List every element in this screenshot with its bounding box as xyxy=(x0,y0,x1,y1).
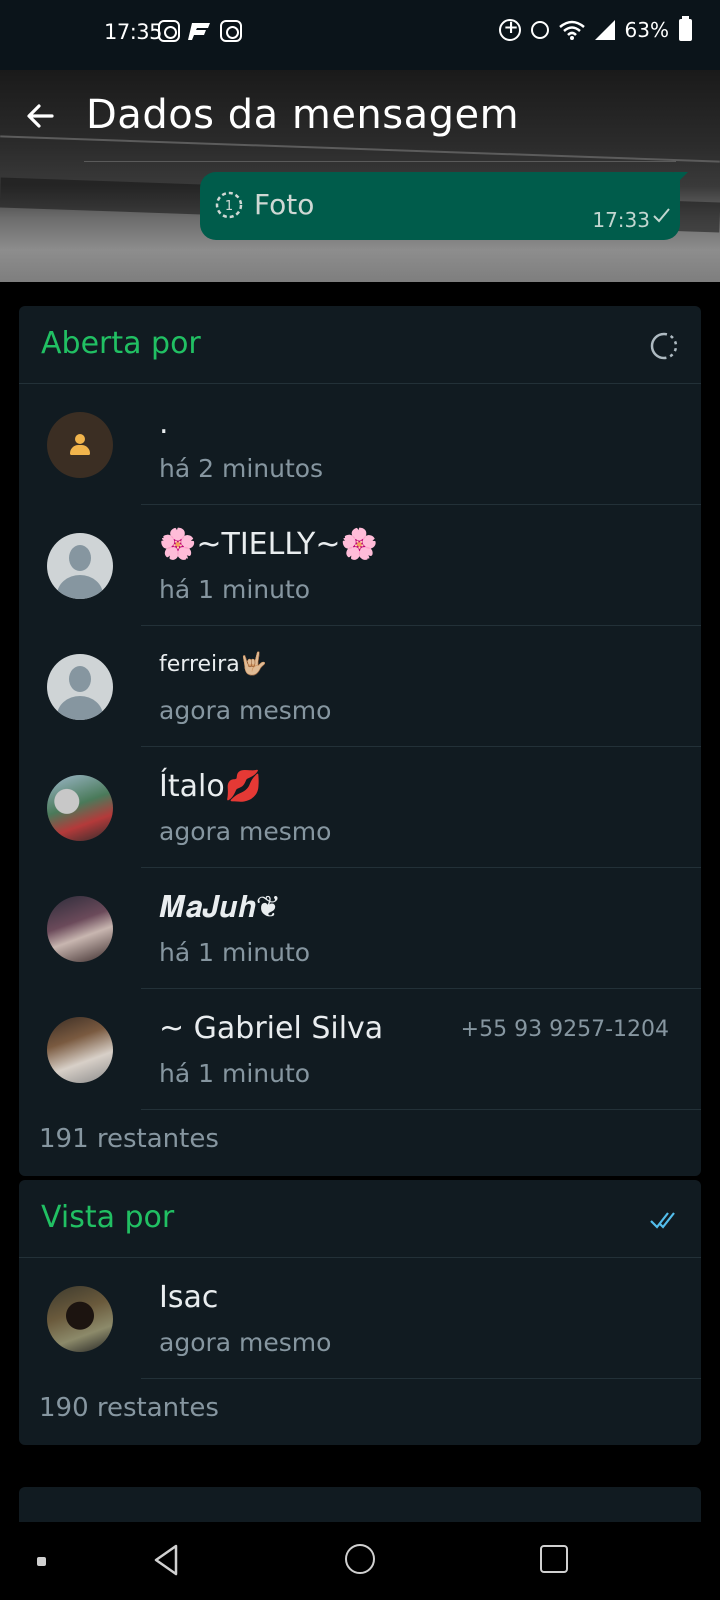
status-bar: 17:35 63% xyxy=(0,0,720,70)
contact-time: agora mesmo xyxy=(159,696,332,725)
avatar xyxy=(47,654,113,720)
contact-time: há 1 minuto xyxy=(159,938,311,967)
alarm-icon xyxy=(530,21,549,39)
seen-by-card: Vista por Isac agora mesmo 190 restantes xyxy=(19,1180,701,1445)
signal-icon xyxy=(594,20,615,40)
message-text: Foto xyxy=(254,188,315,221)
contact-name: ~ Gabriel Silva xyxy=(159,1011,384,1046)
contact-row[interactable]: ferreira🤟🏼 agora mesmo xyxy=(19,626,701,747)
message-info-content: Aberta por . há 2 minutos 🌸~TIELLY~🌸 há … xyxy=(0,282,720,1522)
home-circle-icon[interactable] xyxy=(345,1544,375,1574)
contact-name: Ítalo💋 xyxy=(159,769,263,804)
contact-row[interactable]: Ítalo💋 agora mesmo xyxy=(19,747,701,868)
avatar xyxy=(47,533,113,599)
contact-row[interactable]: 🌸~TIELLY~🌸 há 1 minuto xyxy=(19,505,701,626)
view-once-icon: 1 xyxy=(215,191,243,219)
contact-name: ferreira🤟🏼 xyxy=(159,652,268,677)
contact-phone: +55 93 9257-1204 xyxy=(460,1017,669,1042)
back-triangle-icon[interactable] xyxy=(150,1542,182,1578)
avatar xyxy=(47,412,113,478)
battery-percent: 63% xyxy=(624,18,669,42)
system-icons: 63% xyxy=(498,16,692,42)
remaining-count-row: 190 restantes xyxy=(19,1379,701,1445)
status-time: 17:35 xyxy=(104,20,163,44)
contact-row[interactable]: Isac agora mesmo xyxy=(19,1258,701,1379)
contact-time: há 1 minuto xyxy=(159,1059,311,1088)
contact-name: . xyxy=(159,406,169,441)
wallpaper-detail xyxy=(0,135,720,163)
card-header: Aberta por xyxy=(19,306,701,384)
message-bubble[interactable]: 1 Foto 17:33 xyxy=(200,172,688,240)
contact-time: há 2 minutos xyxy=(159,454,324,483)
remaining-count: 191 restantes xyxy=(39,1124,219,1154)
avatar xyxy=(47,1017,113,1083)
divider xyxy=(84,161,676,162)
remaining-count: 190 restantes xyxy=(39,1393,219,1423)
contact-time: agora mesmo xyxy=(159,817,332,846)
navigation-bar xyxy=(0,1522,720,1600)
contact-row[interactable]: . há 2 minutos xyxy=(19,384,701,505)
flash-app-icon xyxy=(188,20,212,42)
instagram-icon xyxy=(158,20,180,42)
data-saver-icon xyxy=(498,17,521,41)
view-once-opened-icon xyxy=(650,332,678,360)
recents-square-icon[interactable] xyxy=(540,1545,568,1573)
avatar xyxy=(47,896,113,962)
contact-name: Isac xyxy=(159,1280,219,1315)
next-card xyxy=(19,1487,701,1522)
wifi-icon xyxy=(558,20,585,40)
bubble-tail xyxy=(674,172,688,186)
arrow-left-icon[interactable] xyxy=(22,98,58,134)
avatar xyxy=(47,1286,113,1352)
indicator-dot-icon xyxy=(37,1557,46,1566)
battery-icon xyxy=(679,16,692,41)
avatar xyxy=(47,775,113,841)
instagram-icon xyxy=(220,20,242,42)
card-header: Vista por xyxy=(19,1180,701,1258)
notification-icons xyxy=(158,20,242,42)
seen-by-title: Vista por xyxy=(41,1200,175,1235)
page-title: Dados da mensagem xyxy=(86,92,520,138)
opened-by-card: Aberta por . há 2 minutos 🌸~TIELLY~🌸 há … xyxy=(19,306,701,1176)
remaining-count-row: 191 restantes xyxy=(19,1110,701,1176)
contact-name: 𝑴𝒂𝑱𝒖𝒉❦ xyxy=(159,890,281,925)
message-time: 17:33 xyxy=(592,208,650,232)
message-info-header: Dados da mensagem 1 Foto 17:33 xyxy=(0,70,720,282)
double-check-blue-icon xyxy=(650,1212,675,1229)
contact-time: agora mesmo xyxy=(159,1328,332,1357)
contact-time: há 1 minuto xyxy=(159,575,311,604)
contact-name: 🌸~TIELLY~🌸 xyxy=(159,527,378,562)
view-once-count: 1 xyxy=(225,199,233,214)
single-check-icon xyxy=(653,208,670,223)
opened-by-title: Aberta por xyxy=(41,326,201,361)
contact-row[interactable]: 𝑴𝒂𝑱𝒖𝒉❦ há 1 minuto xyxy=(19,868,701,989)
contact-row[interactable]: ~ Gabriel Silva +55 93 9257-1204 há 1 mi… xyxy=(19,989,701,1110)
